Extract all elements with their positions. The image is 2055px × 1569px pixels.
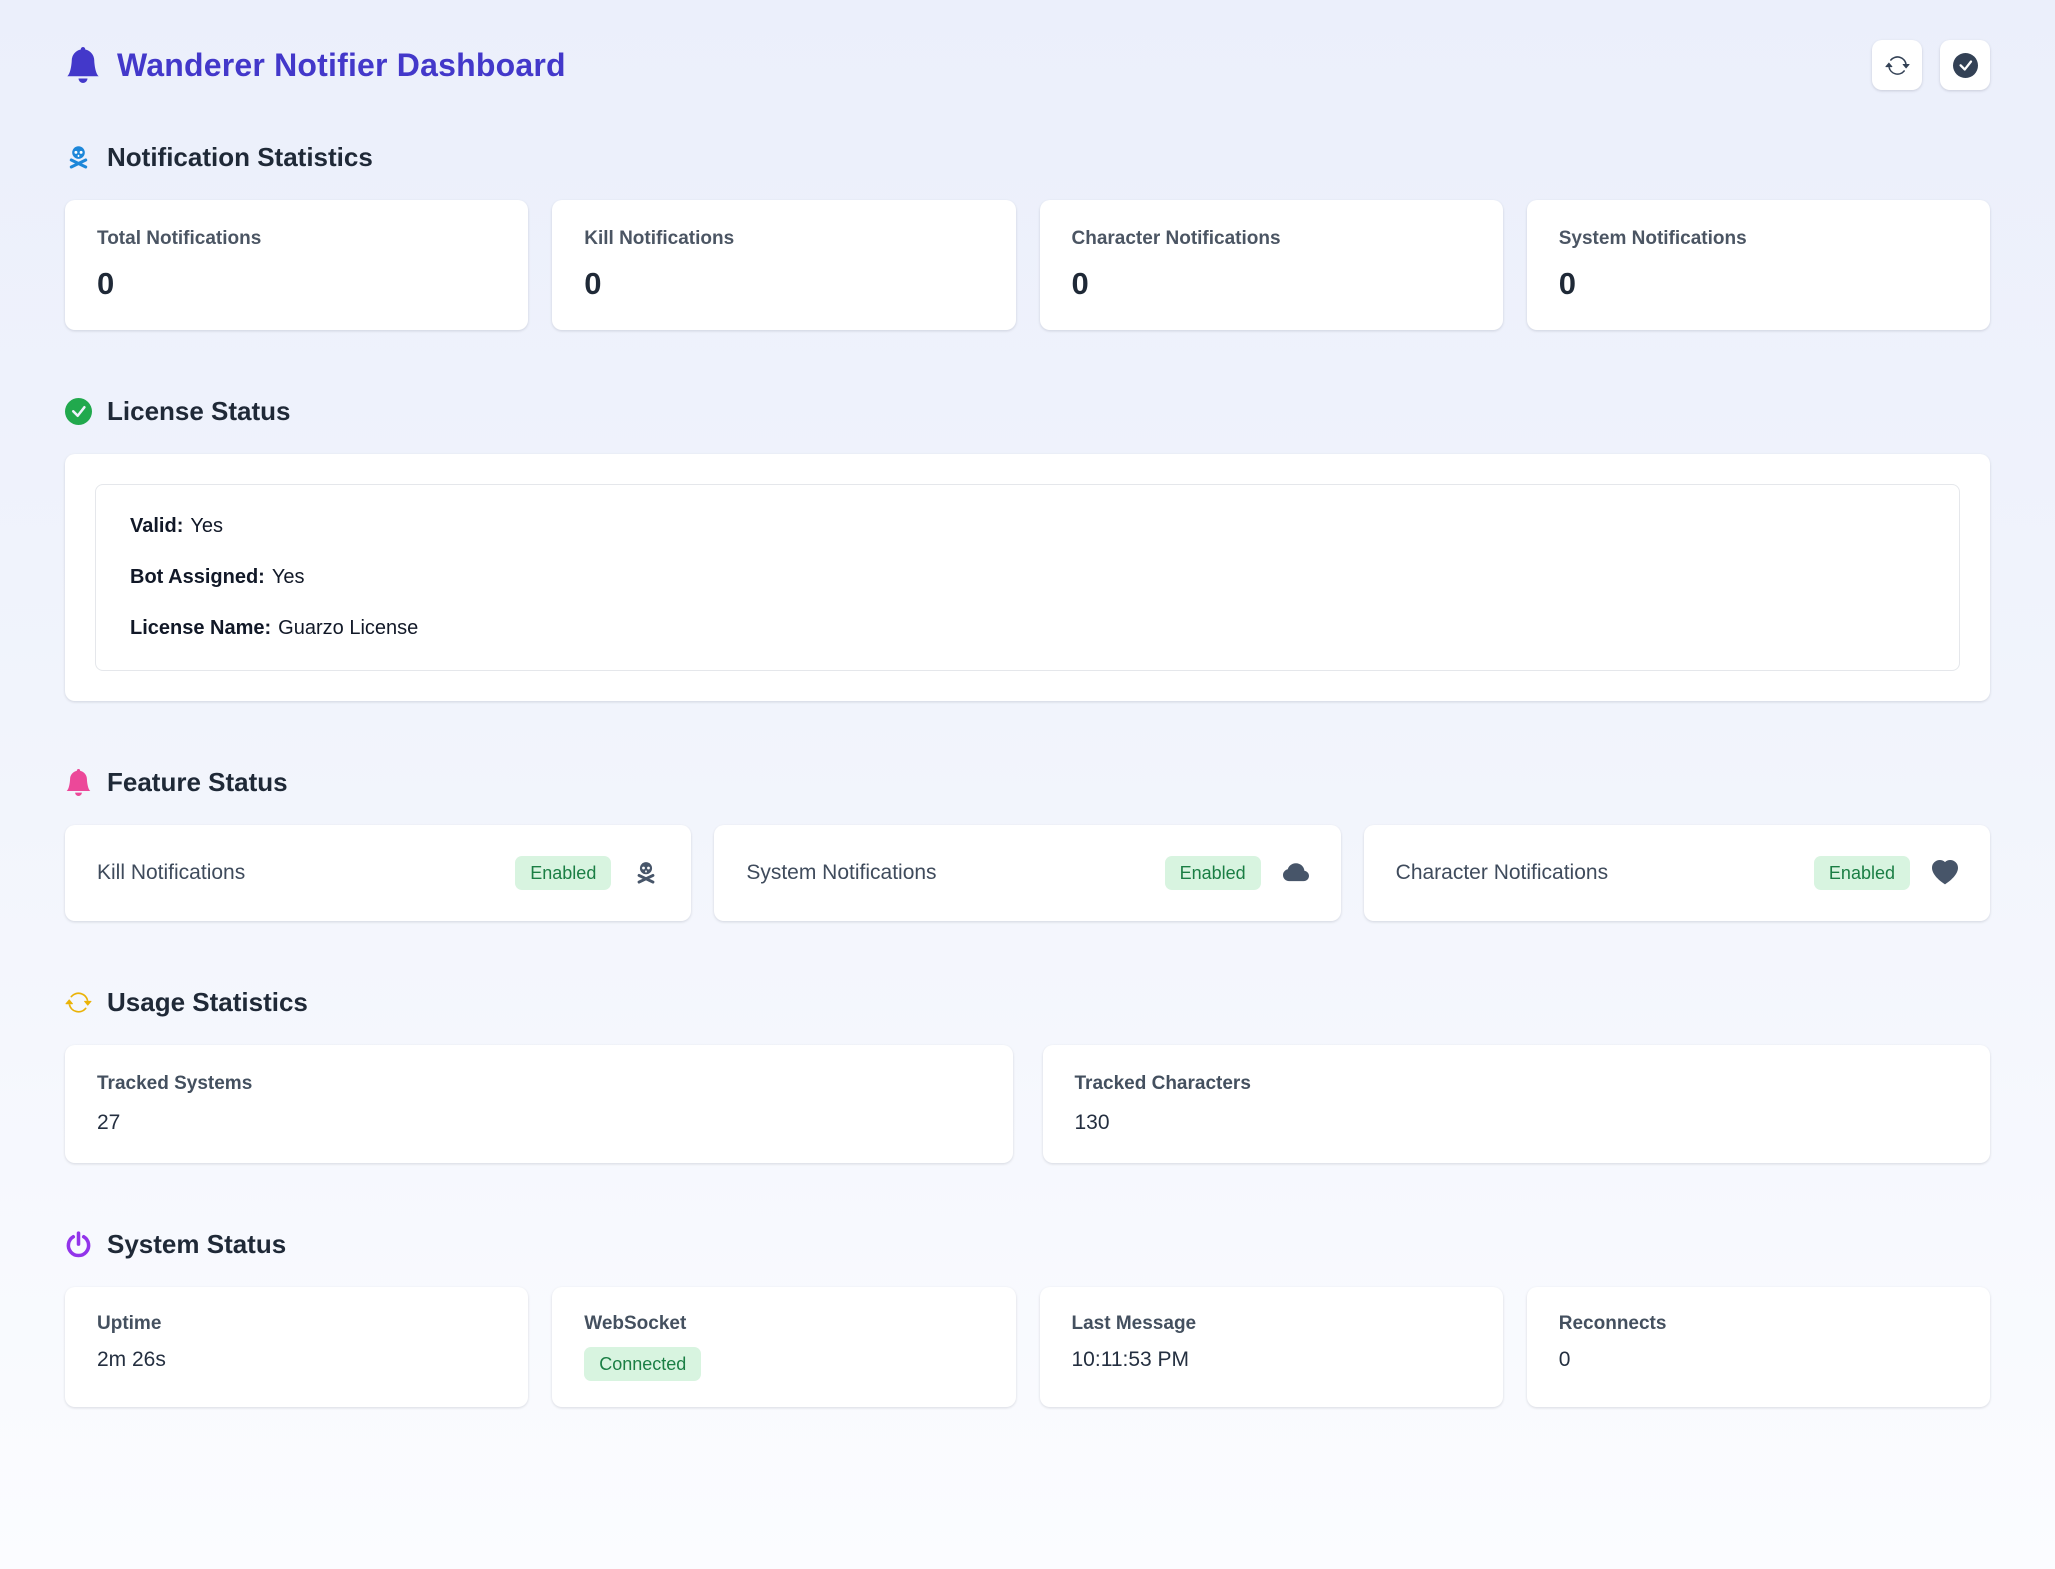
system-card-websocket: WebSocket Connected	[552, 1287, 1015, 1407]
stat-value: 0	[1559, 266, 1958, 302]
stat-label: Character Notifications	[1072, 228, 1471, 250]
section-title: Usage Statistics	[107, 987, 308, 1018]
system-label: Uptime	[97, 1313, 496, 1335]
cloud-icon	[1283, 860, 1309, 886]
system-card-uptime: Uptime 2m 26s	[65, 1287, 528, 1407]
refresh-button[interactable]	[1872, 40, 1922, 90]
feature-card-kill-notifications: Kill Notifications Enabled	[65, 825, 691, 921]
stat-card-grid: Total Notifications 0 Kill Notifications…	[65, 200, 1990, 330]
heart-icon	[1932, 860, 1958, 886]
status-badge: Enabled	[1814, 856, 1910, 890]
section-header: Notification Statistics	[65, 142, 1990, 173]
app-header: Wanderer Notifier Dashboard	[65, 40, 1990, 90]
system-label: WebSocket	[584, 1313, 983, 1335]
license-bot-assigned-row: Bot Assigned: Yes	[130, 566, 1925, 589]
section-usage-statistics: Usage Statistics Tracked Systems 27 Trac…	[65, 987, 1990, 1163]
section-title: System Status	[107, 1229, 286, 1260]
stat-label: Total Notifications	[97, 228, 496, 250]
header-brand: Wanderer Notifier Dashboard	[65, 47, 566, 84]
feature-status-group: Enabled	[1814, 856, 1958, 890]
header-actions	[1872, 40, 1990, 90]
check-circle-icon	[1953, 53, 1978, 78]
usage-value: 27	[97, 1111, 981, 1135]
section-header: Usage Statistics	[65, 987, 1990, 1018]
stat-card-total-notifications: Total Notifications 0	[65, 200, 528, 330]
license-field-label: Bot Assigned:	[130, 566, 265, 588]
stat-value: 0	[584, 266, 983, 302]
license-field-value: Yes	[272, 566, 305, 588]
refresh-icon	[1885, 53, 1910, 78]
section-title: Feature Status	[107, 767, 288, 798]
section-system-status: System Status Uptime 2m 26s WebSocket Co…	[65, 1229, 1990, 1407]
feature-status-group: Enabled	[1165, 856, 1309, 890]
status-check-button[interactable]	[1940, 40, 1990, 90]
refresh-icon	[65, 989, 92, 1016]
license-details-box: Valid: Yes Bot Assigned: Yes License Name:…	[95, 484, 1960, 671]
feature-card-character-notifications: Character Notifications Enabled	[1364, 825, 1990, 921]
system-value: 0	[1559, 1348, 1958, 1372]
section-license-status: License Status Valid: Yes Bot Assigned: Ye…	[65, 396, 1990, 701]
stat-card-system-notifications: System Notifications 0	[1527, 200, 1990, 330]
system-card-grid: Uptime 2m 26s WebSocket Connected Last M…	[65, 1287, 1990, 1407]
feature-name: Character Notifications	[1396, 861, 1608, 885]
bell-icon	[65, 47, 101, 83]
stat-value: 0	[97, 266, 496, 302]
stat-label: System Notifications	[1559, 228, 1958, 250]
usage-card-tracked-systems: Tracked Systems 27	[65, 1045, 1013, 1163]
page-title: Wanderer Notifier Dashboard	[117, 47, 566, 84]
feature-card-system-notifications: System Notifications Enabled	[714, 825, 1340, 921]
system-label: Last Message	[1072, 1313, 1471, 1335]
status-badge: Enabled	[515, 856, 611, 890]
feature-status-group: Enabled	[515, 856, 659, 890]
license-name-row: License Name: Guarzo License	[130, 617, 1925, 640]
usage-label: Tracked Characters	[1075, 1073, 1959, 1095]
system-value: 10:11:53 PM	[1072, 1348, 1471, 1372]
section-feature-status: Feature Status Kill Notifications Enable…	[65, 767, 1990, 921]
feature-card-grid: Kill Notifications Enabled System Notifi…	[65, 825, 1990, 921]
usage-label: Tracked Systems	[97, 1073, 981, 1095]
dashboard-page: Wanderer Notifier Dashboard Notification…	[0, 0, 2055, 1407]
stat-card-character-notifications: Character Notifications 0	[1040, 200, 1503, 330]
feature-name: Kill Notifications	[97, 861, 245, 885]
license-card: Valid: Yes Bot Assigned: Yes License Name:…	[65, 454, 1990, 701]
section-title: License Status	[107, 396, 291, 427]
skull-crossbones-icon	[65, 144, 92, 171]
usage-value: 130	[1075, 1111, 1959, 1135]
bell-icon	[65, 769, 92, 796]
skull-crossbones-icon	[633, 860, 659, 886]
websocket-status-badge: Connected	[584, 1347, 701, 1381]
system-value: 2m 26s	[97, 1348, 496, 1372]
system-label: Reconnects	[1559, 1313, 1958, 1335]
stat-value: 0	[1072, 266, 1471, 302]
feature-name: System Notifications	[746, 861, 936, 885]
usage-card-tracked-characters: Tracked Characters 130	[1043, 1045, 1991, 1163]
system-badge-slot: Connected	[584, 1347, 983, 1381]
system-card-reconnects: Reconnects 0	[1527, 1287, 1990, 1407]
license-field-value: Guarzo License	[278, 617, 418, 639]
section-notification-statistics: Notification Statistics Total Notificati…	[65, 142, 1990, 330]
license-valid-row: Valid: Yes	[130, 515, 1925, 538]
section-title: Notification Statistics	[107, 142, 373, 173]
section-header: System Status	[65, 1229, 1990, 1260]
section-header: Feature Status	[65, 767, 1990, 798]
power-icon	[65, 1231, 92, 1258]
stat-label: Kill Notifications	[584, 228, 983, 250]
license-field-label: License Name:	[130, 617, 271, 639]
stat-card-kill-notifications: Kill Notifications 0	[552, 200, 1015, 330]
section-header: License Status	[65, 396, 1990, 427]
usage-card-grid: Tracked Systems 27 Tracked Characters 13…	[65, 1045, 1990, 1163]
license-field-value: Yes	[190, 515, 223, 537]
license-field-label: Valid:	[130, 515, 183, 537]
status-badge: Enabled	[1165, 856, 1261, 890]
system-card-last-message: Last Message 10:11:53 PM	[1040, 1287, 1503, 1407]
check-circle-icon	[65, 398, 92, 425]
